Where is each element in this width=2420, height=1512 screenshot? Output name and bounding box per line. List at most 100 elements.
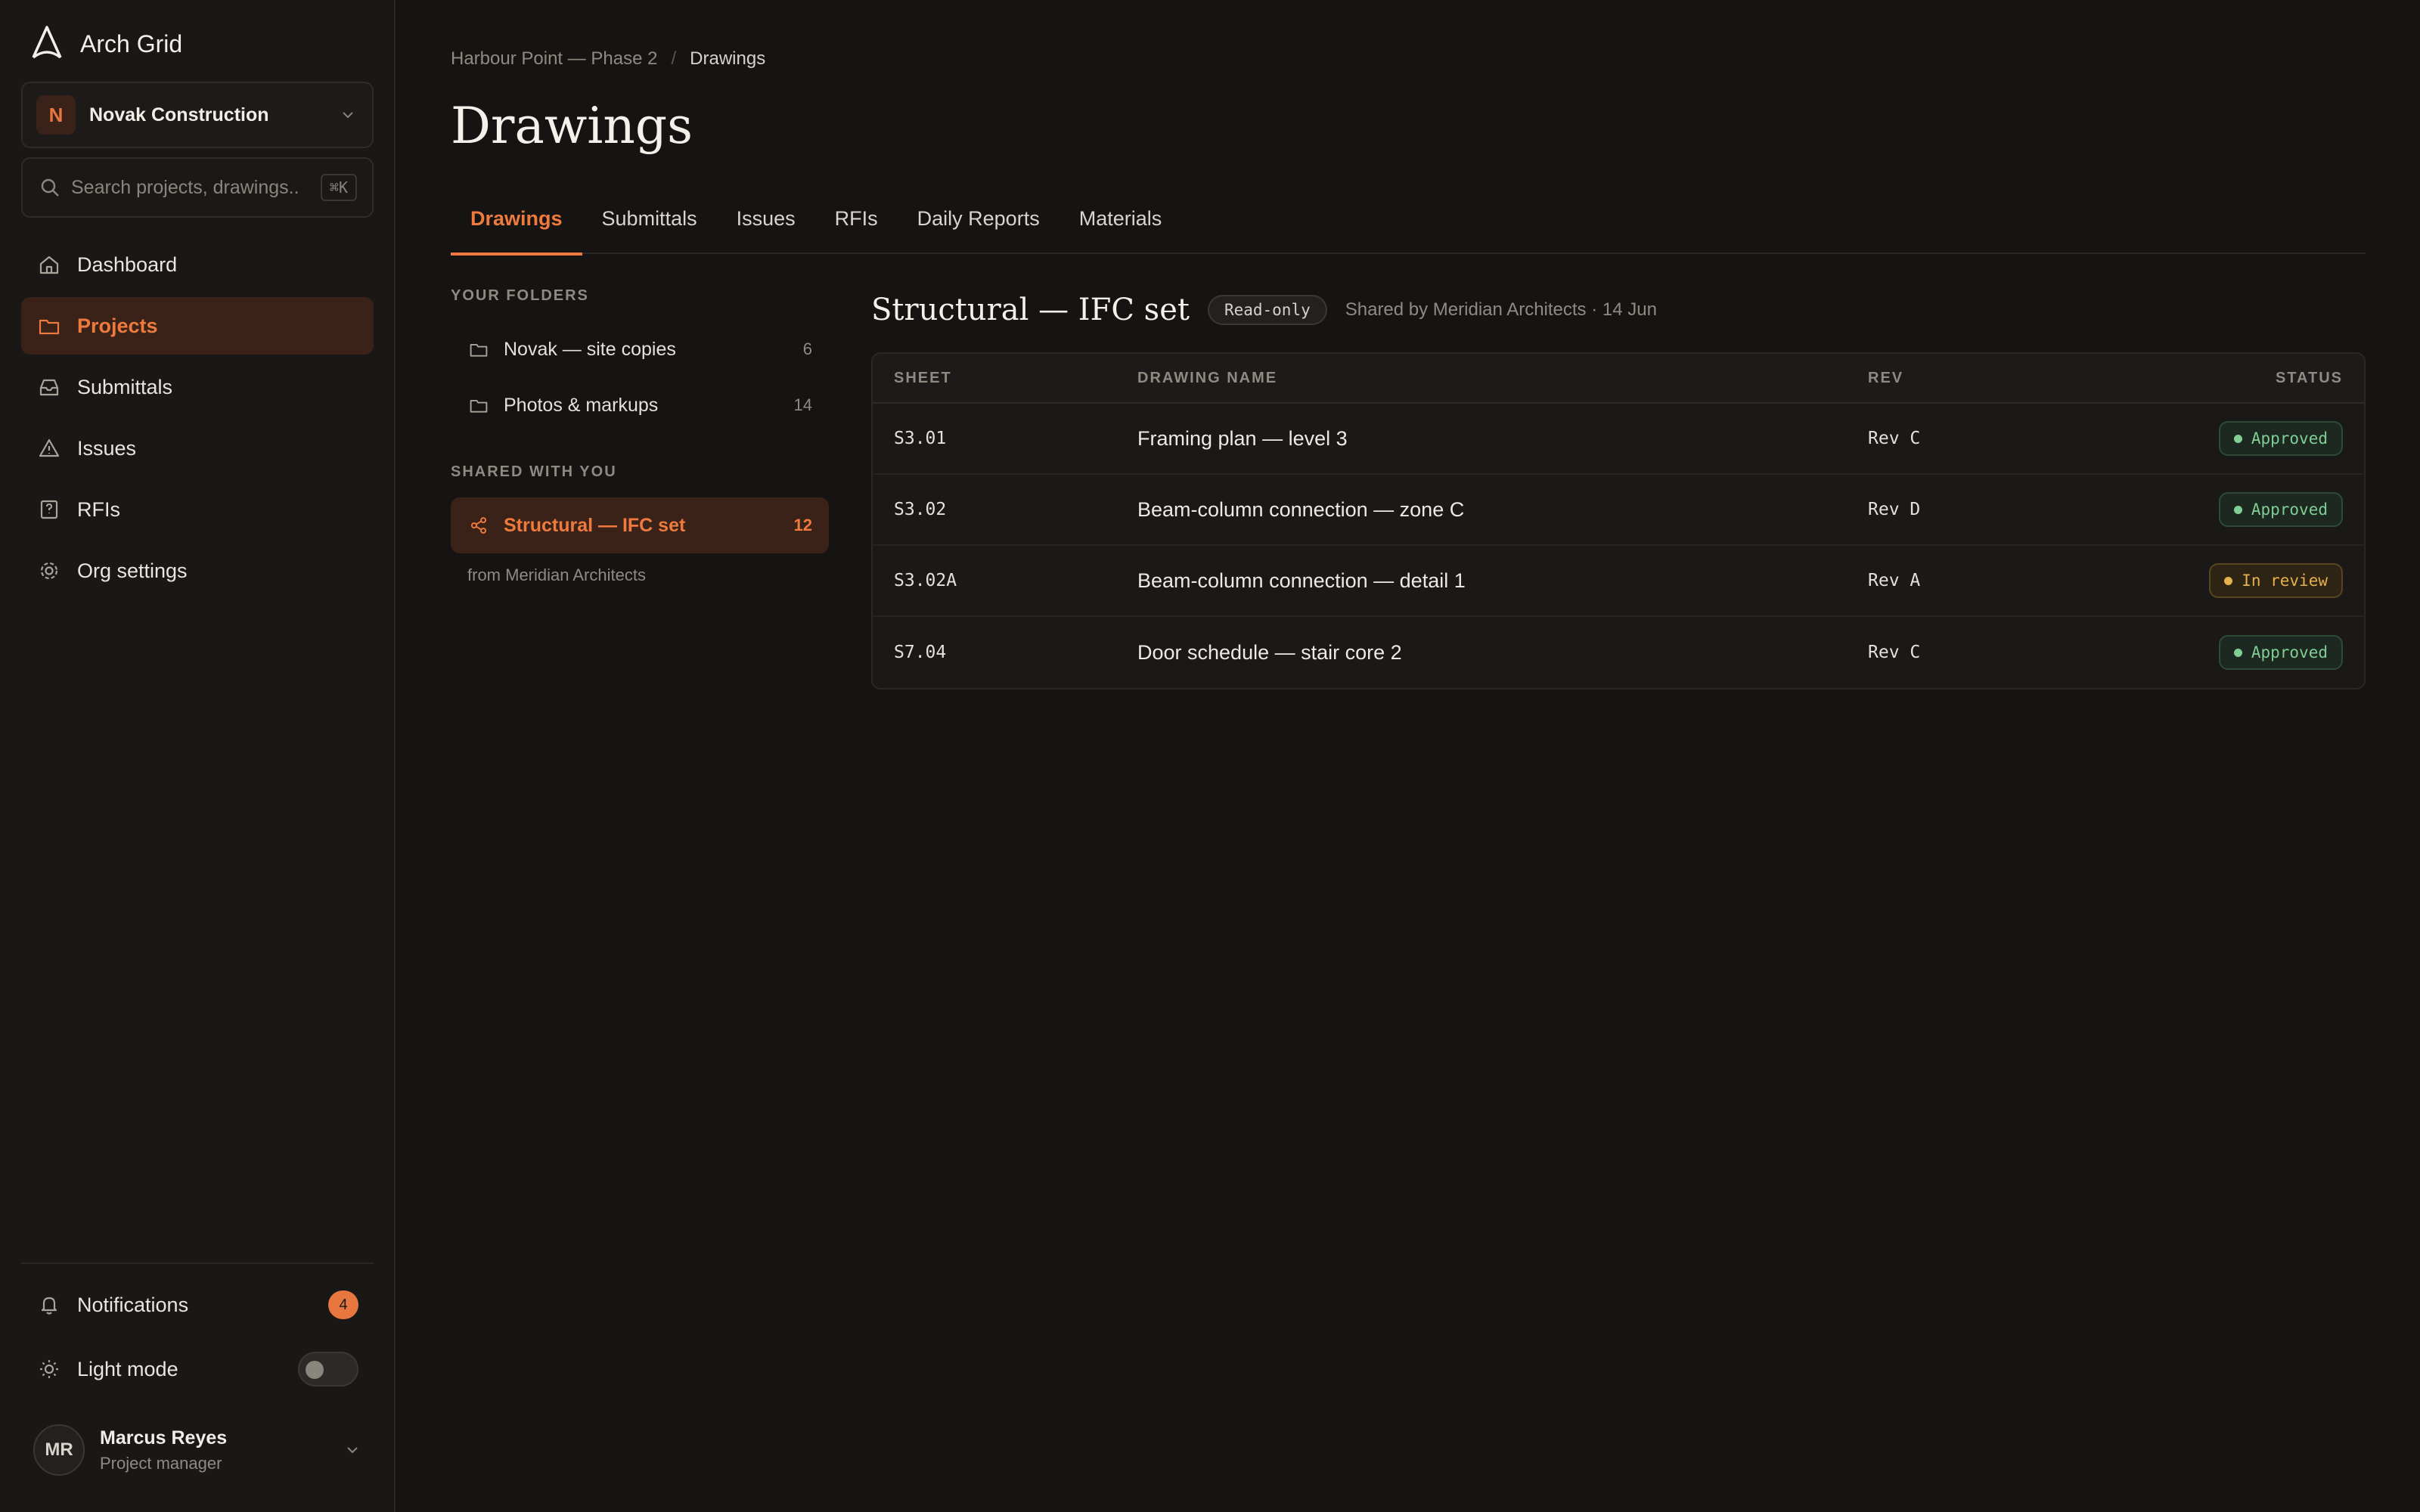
folder-icon [39,319,60,335]
column-header-status[interactable]: STATUS [2140,370,2364,387]
status-badge: Approved [2218,421,2343,456]
breadcrumb-project[interactable]: Harbour Point — Phase 2 [451,48,657,70]
status-dot [2233,648,2242,657]
shared-meta: Shared by Meridian Architects · 14 Jun [1345,299,1657,320]
nav-item-label: RFIs [77,497,120,521]
drawing-name: Door schedule — stair core 2 [1137,640,1402,664]
user-role: Project manager [100,1453,222,1473]
nav-item-label: Org settings [77,559,188,582]
revision: Rev A [1868,571,1921,590]
nav-item-issues[interactable]: Issues [21,420,374,477]
tab-issues[interactable]: Issues [717,198,815,254]
search-box[interactable]: ⌘K [21,157,374,218]
user-menu[interactable]: MR Marcus Reyes Project manager [33,1423,374,1477]
nav-item-submittals[interactable]: Submittals [21,358,374,416]
org-switcher[interactable]: N Novak Construction [21,82,374,148]
column-header-sheet[interactable]: SHEET [873,370,1137,387]
sun-icon [40,1360,58,1378]
share-icon [470,517,487,534]
notifications-badge: 4 [328,1290,358,1319]
search-input[interactable] [71,176,321,199]
folder-count: 6 [802,339,812,358]
table-row[interactable]: S7.04 Door schedule — stair core 2 Rev C… [873,617,2364,688]
gear-icon [40,562,58,580]
table-header: SHEET DRAWING NAME REV STATUS [873,354,2364,404]
status-badge: In review [2209,563,2343,598]
folder-panel: YOUR FOLDERS Novak — site copies 6 Photo… [451,287,829,585]
shared-with-you-label: SHARED WITH YOU [451,463,617,480]
folder-name: Structural — IFC set [504,514,686,536]
revision: Rev D [1868,500,1921,519]
warning-icon [39,438,60,457]
nav-item-rfis[interactable]: RFIs [21,481,374,538]
table-row[interactable]: S3.01 Framing plan — level 3 Rev C Appro… [873,404,2364,475]
tab-materials[interactable]: Materials [1060,198,1182,254]
status-dot [2224,576,2233,585]
nav-item-label: Dashboard [77,253,178,276]
tab-daily-reports[interactable]: Daily Reports [898,198,1060,254]
folder-icon [470,399,488,413]
drawing-set-panel: Structural — IFC set Read-only Shared by… [871,287,2366,689]
status-badge: Approved [2218,635,2343,670]
avatar: MR [33,1424,85,1476]
set-header: Structural — IFC set Read-only Shared by… [871,287,2366,333]
user-name: Marcus Reyes [100,1427,228,1448]
light-mode-toggle[interactable] [298,1352,358,1387]
breadcrumb: Harbour Point — Phase 2 / Drawings [451,48,765,70]
nav-item-dashboard[interactable]: Dashboard [21,236,374,293]
nav-item-label: Submittals [77,375,173,398]
notifications-item[interactable]: Notifications 4 [21,1276,374,1334]
sheet-number: S3.02 [894,500,947,519]
folder-count: 14 [793,395,812,414]
search-shortcut: ⌘K [320,174,357,201]
status-dot [2233,434,2242,443]
table-row[interactable]: S3.02A Beam-column connection — detail 1… [873,546,2364,617]
folder-name: Novak — site copies [504,338,676,360]
nav-item-org-settings[interactable]: Org settings [21,542,374,600]
nav-item-label: Issues [77,436,137,460]
light-mode-label: Light mode [77,1357,178,1380]
divider [21,1263,374,1264]
column-header-rev[interactable]: REV [1868,370,2140,387]
search-icon [41,178,59,197]
revision: Rev C [1868,429,1921,448]
status-label: In review [2242,572,2328,590]
tab-submittals[interactable]: Submittals [582,198,717,254]
set-title: Structural — IFC set [871,293,1190,327]
column-header-drawing-name[interactable]: DRAWING NAME [1137,370,1868,387]
sheet-number: S3.01 [894,429,947,448]
folder-item-structural-ifc[interactable]: Structural — IFC set 12 [451,497,829,553]
tab-rfis[interactable]: RFIs [815,198,898,254]
main-nav: Dashboard Projects Submittals Issues RFI… [21,236,374,603]
status-label: Approved [2251,429,2328,448]
nav-item-projects[interactable]: Projects [21,297,374,355]
chevron-down-icon [347,1447,358,1454]
question-icon [40,500,58,519]
shared-source-note: from Meridian Architects [467,565,646,584]
home-icon [39,256,59,274]
status-cell: Approved [2140,492,2364,527]
status-cell: Approved [2140,635,2364,670]
folder-item-site-copies[interactable]: Novak — site copies 6 [451,321,829,377]
shared-folders-list: Structural — IFC set 12 [451,497,829,553]
inbox-icon [39,379,59,396]
light-mode-item: Light mode [21,1340,374,1398]
bell-icon [41,1297,57,1315]
folder-icon [470,343,488,357]
status-badge: Approved [2218,492,2343,527]
folder-item-photos-markups[interactable]: Photos & markups 14 [451,377,829,433]
arch-logo-icon [30,24,64,64]
tab-drawings[interactable]: Drawings [451,198,582,256]
notifications-label: Notifications [77,1293,189,1316]
sidebar: Arch Grid N Novak Construction ⌘K Dashbo… [0,0,396,1512]
your-folders-label: YOUR FOLDERS [451,287,589,304]
folder-name: Photos & markups [504,394,659,416]
read-only-badge: Read-only [1207,295,1327,325]
chevron-down-icon [343,112,353,119]
status-label: Approved [2251,500,2328,519]
table-row[interactable]: S3.02 Beam-column connection — zone C Re… [873,475,2364,546]
breadcrumb-separator: / [671,48,677,69]
drawings-table: SHEET DRAWING NAME REV STATUS S3.01 Fram… [871,352,2366,689]
drawing-name: Beam-column connection — detail 1 [1137,569,1466,592]
brand[interactable]: Arch Grid [30,24,182,64]
